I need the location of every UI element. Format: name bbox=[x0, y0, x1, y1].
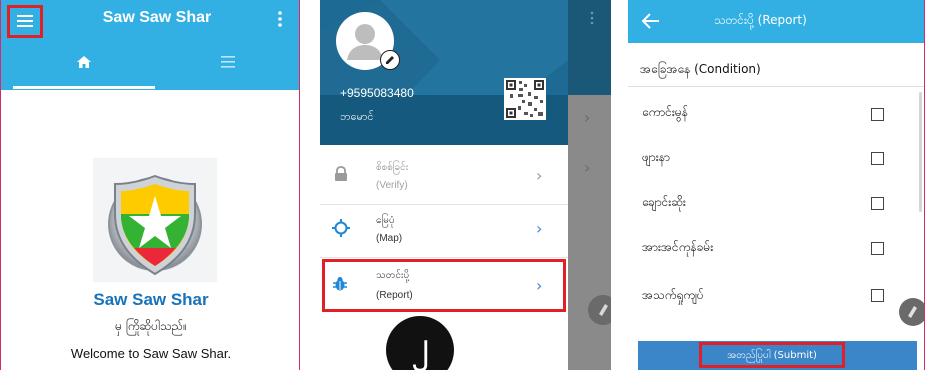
condition-checkbox[interactable] bbox=[871, 289, 884, 302]
tab-home[interactable] bbox=[13, 40, 155, 86]
condition-checkbox[interactable] bbox=[871, 197, 884, 210]
drawer-item-title: စိစစ်ခြင်း bbox=[376, 162, 409, 173]
condition-row[interactable]: ချောင်းဆိုး bbox=[628, 186, 918, 222]
edit-avatar-button[interactable] bbox=[380, 50, 400, 70]
report-title: သတင်းပို့ (Report) bbox=[714, 13, 807, 27]
app-name-heading: Saw Saw Shar bbox=[93, 290, 209, 309]
drawer-item-subtitle: (Map) bbox=[376, 233, 403, 244]
condition-checkbox[interactable] bbox=[871, 242, 884, 255]
lock-icon bbox=[334, 166, 348, 182]
condition-label: ဖျားနာ bbox=[642, 150, 670, 164]
step-number-badge: ၂ bbox=[386, 316, 454, 370]
scrim-chevron-icon: › bbox=[584, 158, 591, 177]
map-target-icon bbox=[332, 219, 350, 237]
home-icon bbox=[77, 56, 91, 68]
condition-row[interactable]: အသက်ရှုကျပ် bbox=[628, 279, 918, 315]
scrim-chevron-icon: › bbox=[584, 108, 591, 127]
user-name: ဘမောင် bbox=[340, 110, 374, 123]
hamburger-menu-icon[interactable] bbox=[17, 13, 33, 27]
qr-code-icon[interactable] bbox=[504, 78, 546, 120]
condition-heading: အခြေအနေ (Condition) bbox=[640, 62, 761, 76]
condition-row[interactable]: ကောင်းမွန် bbox=[628, 96, 918, 132]
condition-label: အသက်ရှုကျပ် bbox=[642, 288, 704, 302]
drawer-item-map[interactable]: မြေပုံ (Map) › bbox=[320, 205, 568, 257]
condition-row[interactable]: ဖျားနာ bbox=[628, 141, 918, 177]
submit-label: အတည်ပြုပါ (Submit) bbox=[727, 350, 817, 361]
condition-row[interactable]: အားအင်ကုန်ခမ်း bbox=[628, 231, 918, 267]
edit-fab-icon[interactable] bbox=[899, 298, 924, 326]
step-number: ၂ bbox=[411, 325, 429, 365]
drawer-item-subtitle: (Verify) bbox=[376, 180, 408, 191]
chevron-right-icon: › bbox=[536, 166, 543, 185]
pencil-icon bbox=[386, 56, 394, 64]
condition-label: အားအင်ကုန်ခမ်း bbox=[642, 240, 714, 254]
condition-checkbox[interactable] bbox=[871, 108, 884, 121]
condition-label: ချောင်းဆိုး bbox=[642, 195, 686, 209]
drawer-item-verify[interactable]: စိစစ်ခြင်း (Verify) › bbox=[320, 152, 568, 204]
condition-label: ကောင်းမွန် bbox=[642, 105, 688, 119]
user-phone: +9595083480 bbox=[340, 86, 414, 100]
divider bbox=[628, 86, 924, 87]
report-screen-panel: သတင်းပို့ (Report) အခြေအနေ (Condition) က… bbox=[628, 0, 925, 370]
app-title: Saw Saw Shar bbox=[102, 9, 212, 26]
chevron-right-icon: › bbox=[536, 219, 543, 238]
back-arrow-icon[interactable] bbox=[641, 13, 660, 29]
scrim-overflow-icon bbox=[590, 10, 594, 25]
navigation-drawer-panel: › › +9595083480 ဘမောင် စိစစ်ခြင်း (Verif… bbox=[320, 0, 611, 370]
edit-fab-icon[interactable] bbox=[588, 295, 611, 325]
condition-checkbox[interactable] bbox=[871, 152, 884, 165]
report-highlight-box bbox=[322, 259, 566, 312]
scrollbar[interactable] bbox=[919, 92, 922, 212]
list-icon bbox=[221, 56, 235, 68]
home-screen-panel: Saw Saw Shar Saw Saw Shar မှ ကြိုဆိုပါသည… bbox=[0, 0, 300, 370]
drawer-item-title: မြေပုံ bbox=[376, 215, 395, 226]
welcome-tagline-myanmar: မှ ကြိုဆိုပါသည်။ bbox=[115, 319, 187, 333]
tab-list[interactable] bbox=[161, 40, 299, 86]
welcome-message: Welcome to Saw Saw Shar. bbox=[70, 346, 232, 361]
overflow-menu-icon[interactable] bbox=[277, 10, 283, 28]
tab-home-indicator bbox=[13, 86, 155, 89]
myanmar-shield-logo bbox=[103, 166, 207, 280]
